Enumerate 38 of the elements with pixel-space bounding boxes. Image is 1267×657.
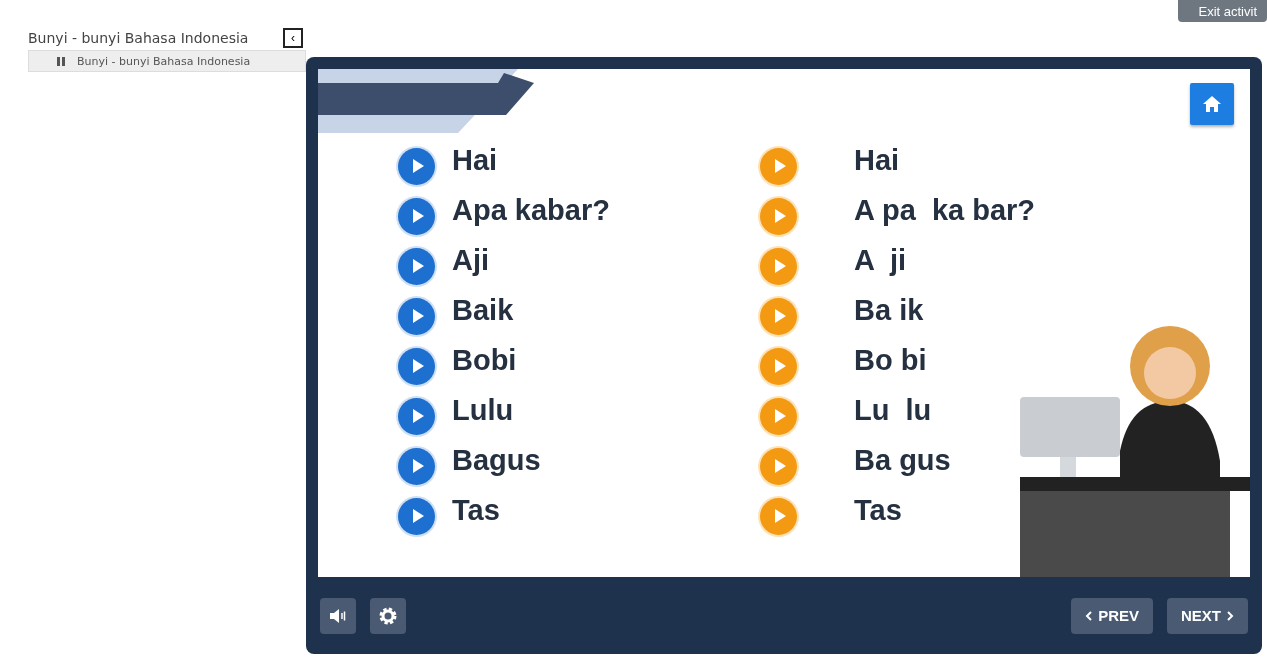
syllable-text: Bo bi bbox=[854, 343, 928, 377]
syllable-text: Tas bbox=[854, 493, 903, 527]
play-button[interactable] bbox=[398, 347, 435, 385]
settings-button[interactable] bbox=[370, 597, 406, 634]
play-button[interactable] bbox=[398, 447, 435, 485]
chevron-left-icon bbox=[1085, 610, 1094, 621]
exit-button[interactable]: Exit activit bbox=[1178, 0, 1267, 22]
syllable-text: A ji bbox=[854, 243, 908, 277]
word-text: Bagus bbox=[452, 443, 542, 477]
syllable-text: A pa ka bar? bbox=[854, 193, 1037, 227]
syllable-text: Ba gus bbox=[854, 443, 952, 477]
play-button[interactable] bbox=[398, 397, 435, 435]
word-text: Bobi bbox=[452, 343, 518, 377]
course-title: Bunyi - bunyi Bahasa Indonesia bbox=[28, 30, 249, 46]
home-button[interactable] bbox=[1190, 83, 1234, 125]
speaker-icon bbox=[329, 607, 347, 624]
word-text: Baik bbox=[452, 293, 515, 327]
collapse-button[interactable]: ‹ bbox=[283, 28, 303, 48]
prev-button[interactable]: PREV bbox=[1071, 597, 1153, 634]
chevron-right-icon bbox=[1226, 610, 1234, 621]
settings-icon bbox=[378, 605, 398, 626]
volume-button[interactable] bbox=[320, 597, 356, 634]
word-text: Apa kabar? bbox=[452, 193, 611, 227]
word-text: Hai bbox=[452, 143, 499, 177]
word-text: Lulu bbox=[452, 393, 515, 427]
home-icon bbox=[1202, 95, 1222, 113]
syllable-text: Hai bbox=[854, 143, 901, 177]
word-text: Aji bbox=[452, 243, 491, 277]
syllable-text: Ba ik bbox=[854, 293, 925, 327]
play-button[interactable] bbox=[398, 497, 435, 535]
next-button[interactable]: NEXT bbox=[1167, 597, 1248, 634]
syllable-text: Lu lu bbox=[854, 393, 933, 427]
play-button[interactable] bbox=[398, 147, 435, 185]
play-button[interactable] bbox=[398, 297, 435, 335]
play-button[interactable] bbox=[398, 197, 435, 235]
sidebar-item[interactable]: Bunyi - bunyi Bahasa Indonesia bbox=[28, 50, 306, 72]
word-text: Tas bbox=[452, 493, 501, 527]
play-button[interactable] bbox=[398, 247, 435, 285]
